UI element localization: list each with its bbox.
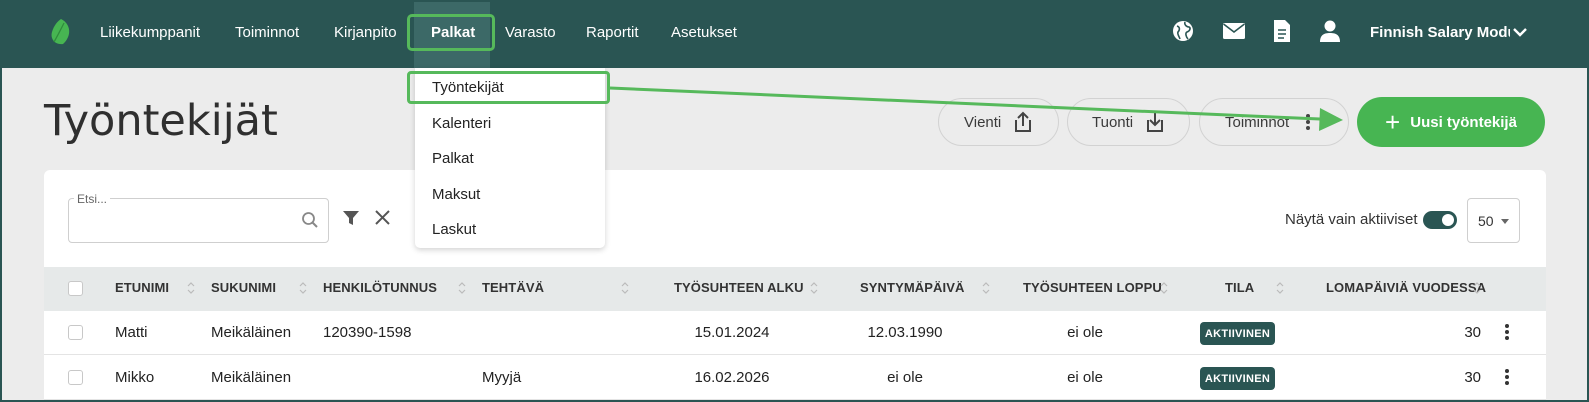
sort-icon[interactable]: [621, 281, 629, 295]
new-employee-button-label: Uusi työntekijä: [1410, 113, 1517, 131]
sort-icon[interactable]: [1160, 281, 1168, 295]
cell-end: ei ole: [1067, 369, 1103, 386]
user-icon[interactable]: [1318, 19, 1342, 43]
actions-button-label: Toiminnot: [1225, 113, 1290, 131]
row-menu-icon[interactable]: [1504, 324, 1510, 340]
cell-birthday: ei ole: [887, 369, 923, 386]
cell-vacation: 30: [1464, 324, 1481, 341]
export-button[interactable]: Vienti: [938, 98, 1059, 146]
sort-icon[interactable]: [982, 281, 990, 295]
cell-end: ei ole: [1067, 324, 1103, 341]
cell-start: 15.01.2024: [694, 324, 770, 341]
sort-icon[interactable]: [458, 281, 466, 295]
cell-last-name: Meikäläinen: [211, 324, 292, 341]
search-icon[interactable]: [301, 211, 319, 229]
leaf-logo-icon[interactable]: [49, 18, 73, 46]
sort-icon[interactable]: [187, 281, 195, 295]
nav-raportit[interactable]: Raportit: [586, 22, 639, 44]
cell-first-name: Mikko: [115, 369, 155, 386]
menu-item-highlight: [407, 71, 610, 104]
header-birthday[interactable]: SYNTYMÄPÄIVÄ: [860, 280, 965, 295]
caret-down-icon: [1501, 219, 1509, 224]
sort-icon[interactable]: [810, 281, 818, 295]
active-only-label: Näytä vain aktiiviset: [1285, 211, 1418, 228]
export-button-label: Vienti: [964, 113, 1002, 131]
per-page-value: 50: [1478, 212, 1494, 229]
upload-icon: [1015, 111, 1032, 132]
menu-item-calendar[interactable]: Kalenteri: [432, 115, 491, 132]
import-button[interactable]: Tuonti: [1067, 98, 1190, 146]
header-last-name[interactable]: SUKUNIMI: [211, 280, 276, 295]
header-vacation[interactable]: LOMAPÄIVIÄ VUODESSA: [1326, 280, 1486, 295]
nav-kirjanpito[interactable]: Kirjanpito: [334, 22, 397, 44]
header-task[interactable]: TEHTÄVÄ: [482, 280, 544, 295]
sort-icon[interactable]: [299, 281, 307, 295]
header-start[interactable]: TYÖSUHTEEN ALKU: [674, 280, 804, 295]
cell-first-name: Matti: [115, 324, 148, 341]
plus-icon: +: [1385, 107, 1401, 137]
active-only-toggle[interactable]: [1423, 211, 1457, 229]
status-badge: AKTIIVINEN: [1200, 367, 1275, 390]
sort-icon[interactable]: [1473, 281, 1481, 295]
company-name[interactable]: Finnish Salary Module: [1370, 22, 1510, 44]
nav-varasto[interactable]: Varasto: [505, 22, 556, 44]
actions-button[interactable]: Toiminnot: [1199, 98, 1349, 146]
header-end[interactable]: TYÖSUHTEEN LOPPU: [1023, 280, 1162, 295]
app-window: Työntekijät Vienti Tuonti Toiminnot + Uu…: [0, 0, 1589, 402]
per-page-select[interactable]: 50: [1467, 198, 1520, 243]
document-icon[interactable]: [1270, 19, 1294, 43]
top-navigation-bar: Liikekumppanit Toiminnot Kirjanpito Palk…: [2, 2, 1587, 68]
close-icon[interactable]: [374, 209, 391, 226]
download-icon: [1147, 113, 1164, 132]
cell-start: 16.02.2026: [694, 369, 770, 386]
cell-birthday: 12.03.1990: [867, 324, 943, 341]
row-menu-icon[interactable]: [1504, 369, 1510, 385]
import-button-label: Tuonti: [1092, 113, 1134, 131]
nav-asetukset[interactable]: Asetukset: [671, 22, 737, 44]
menu-item-invoices[interactable]: Laskut: [432, 221, 476, 238]
row-checkbox[interactable]: [68, 370, 83, 385]
header-status[interactable]: TILA: [1225, 280, 1254, 295]
more-vertical-icon: [1306, 114, 1311, 130]
search-label: Etsi...: [74, 192, 111, 206]
select-all-checkbox[interactable]: [68, 281, 83, 296]
chevron-down-icon[interactable]: [1511, 22, 1529, 42]
filter-icon[interactable]: [342, 209, 360, 227]
page-title: Työntekijät: [44, 96, 278, 146]
cell-vacation: 30: [1464, 369, 1481, 386]
cell-last-name: Meikäläinen: [211, 369, 292, 386]
nav-palkat-highlight: [407, 14, 495, 51]
globe-icon[interactable]: [1171, 19, 1195, 43]
row-checkbox[interactable]: [68, 325, 83, 340]
sort-icon[interactable]: [1276, 281, 1284, 295]
status-badge: AKTIIVINEN: [1200, 322, 1275, 345]
header-ssn[interactable]: HENKILÖTUNNUS: [323, 280, 437, 295]
cell-task: Myyjä: [482, 369, 522, 386]
nav-liikekumppanit[interactable]: Liikekumppanit: [100, 22, 200, 44]
cell-ssn: 120390-1598: [323, 324, 412, 341]
header-first-name[interactable]: ETUNIMI: [115, 280, 169, 295]
menu-item-payments[interactable]: Maksut: [432, 186, 480, 203]
mail-icon[interactable]: [1222, 19, 1246, 43]
new-employee-button[interactable]: + Uusi työntekijä: [1357, 97, 1545, 147]
nav-toiminnot[interactable]: Toiminnot: [235, 22, 299, 44]
menu-item-salaries[interactable]: Palkat: [432, 150, 474, 167]
